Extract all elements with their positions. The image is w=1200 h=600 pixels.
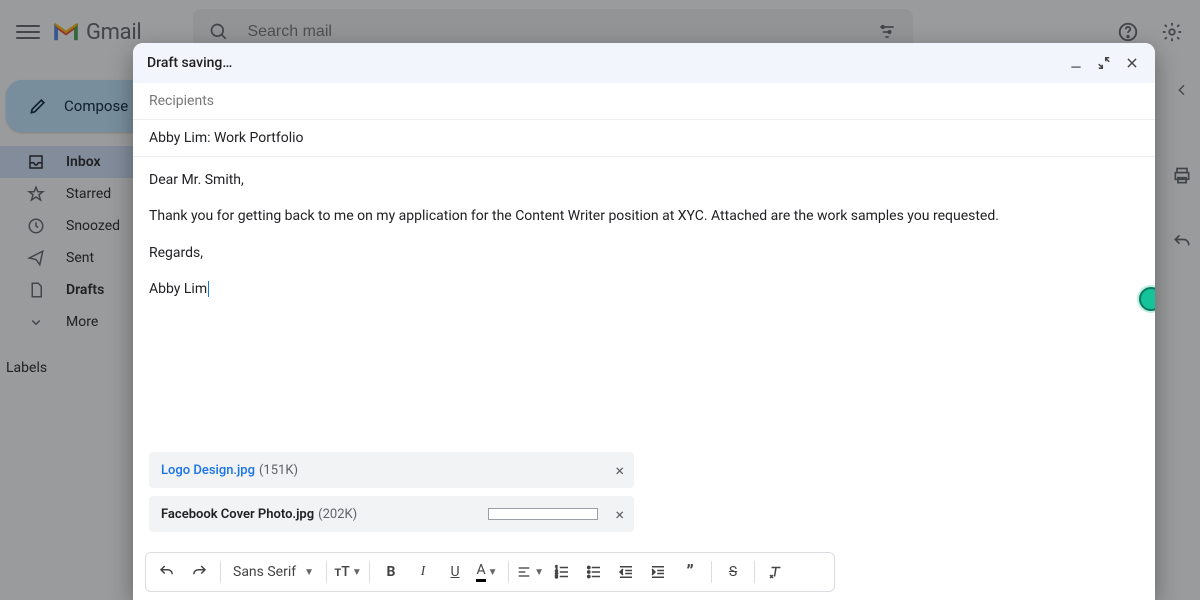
chevron-icon (24, 310, 48, 334)
attachment-name: Logo Design.jpg (161, 463, 255, 478)
quote-button[interactable]: ” (675, 557, 705, 587)
close-icon[interactable] (1123, 54, 1141, 72)
svg-text:3: 3 (555, 574, 558, 580)
sidebar-item-label: Drafts (66, 282, 104, 298)
support-icon[interactable] (1116, 20, 1140, 44)
align-button[interactable]: ▼ (515, 557, 545, 587)
font-family-select[interactable]: Sans Serif▼ (227, 564, 320, 580)
compose-label: Compose (64, 97, 128, 115)
search-icon[interactable] (207, 20, 231, 44)
attachment-chip[interactable]: Facebook Cover Photo.jpg (202K) × (149, 496, 634, 532)
inbox-icon (24, 150, 48, 174)
search-options-icon[interactable] (875, 20, 899, 44)
brand-text: Gmail (86, 20, 141, 45)
sidebar-item-label: Starred (66, 186, 111, 202)
remove-attachment-icon[interactable]: × (615, 505, 624, 524)
attachment-size: (151K) (259, 463, 298, 478)
print-icon[interactable] (1170, 164, 1194, 188)
text-cursor (208, 281, 209, 297)
fullscreen-exit-icon[interactable] (1095, 54, 1113, 72)
gmail-logo[interactable]: Gmail (52, 20, 141, 45)
remove-formatting-button[interactable] (761, 557, 791, 587)
chevron-left-icon[interactable] (1170, 78, 1194, 102)
upload-progress (488, 508, 598, 520)
compose-window: Draft saving… Recipients Abby Lim: Work … (133, 43, 1155, 600)
underline-button[interactable]: U (440, 557, 470, 587)
compose-body[interactable]: Dear Mr. Smith, Thank you for getting ba… (133, 157, 1155, 452)
text-color-button[interactable]: A▼ (472, 557, 502, 587)
compose-title: Draft saving… (147, 55, 232, 71)
sidebar-item-label: Snoozed (66, 218, 120, 234)
redo-button[interactable] (184, 557, 214, 587)
body-paragraph: Thank you for getting back to me on my a… (149, 205, 1139, 227)
formatting-toolbar: Sans Serif▼ тT▼ B I U A▼ ▼ 123 ” S (145, 552, 835, 592)
minimize-icon[interactable] (1067, 54, 1085, 72)
sidebar-item-label: Sent (66, 250, 94, 266)
attachment-chip[interactable]: Logo Design.jpg (151K) × (149, 452, 634, 488)
clock-icon (24, 214, 48, 238)
remove-attachment-icon[interactable]: × (615, 461, 624, 480)
subject-field[interactable]: Abby Lim: Work Portfolio (133, 120, 1155, 157)
star-icon (24, 182, 48, 206)
menu-icon[interactable] (16, 20, 40, 44)
sidebar-item-label: Inbox (66, 154, 101, 170)
attachment-name: Facebook Cover Photo.jpg (161, 507, 314, 522)
send-icon (24, 246, 48, 270)
recipients-field[interactable]: Recipients (133, 83, 1155, 120)
grammarly-icon[interactable] (1139, 287, 1155, 311)
bold-button[interactable]: B (376, 557, 406, 587)
body-signature: Abby Lim (149, 281, 207, 297)
file-icon (24, 278, 48, 302)
indent-less-button[interactable] (611, 557, 641, 587)
undo-icon[interactable] (1170, 230, 1194, 254)
undo-button[interactable] (152, 557, 182, 587)
pencil-icon (26, 94, 50, 118)
attachment-size: (202K) (318, 507, 357, 522)
sidebar-item-label: More (66, 314, 98, 330)
body-greeting: Dear Mr. Smith, (149, 169, 1139, 191)
caret-down-icon: ▼ (304, 567, 314, 578)
italic-button[interactable]: I (408, 557, 438, 587)
font-size-button[interactable]: тT▼ (333, 557, 363, 587)
settings-icon[interactable] (1160, 20, 1184, 44)
indent-more-button[interactable] (643, 557, 673, 587)
bullet-list-button[interactable] (579, 557, 609, 587)
gmail-logo-icon (52, 21, 80, 43)
numbered-list-button[interactable]: 123 (547, 557, 577, 587)
strikethrough-button[interactable]: S (718, 557, 748, 587)
search-input[interactable] (245, 22, 861, 42)
body-signoff: Regards, (149, 242, 1139, 264)
